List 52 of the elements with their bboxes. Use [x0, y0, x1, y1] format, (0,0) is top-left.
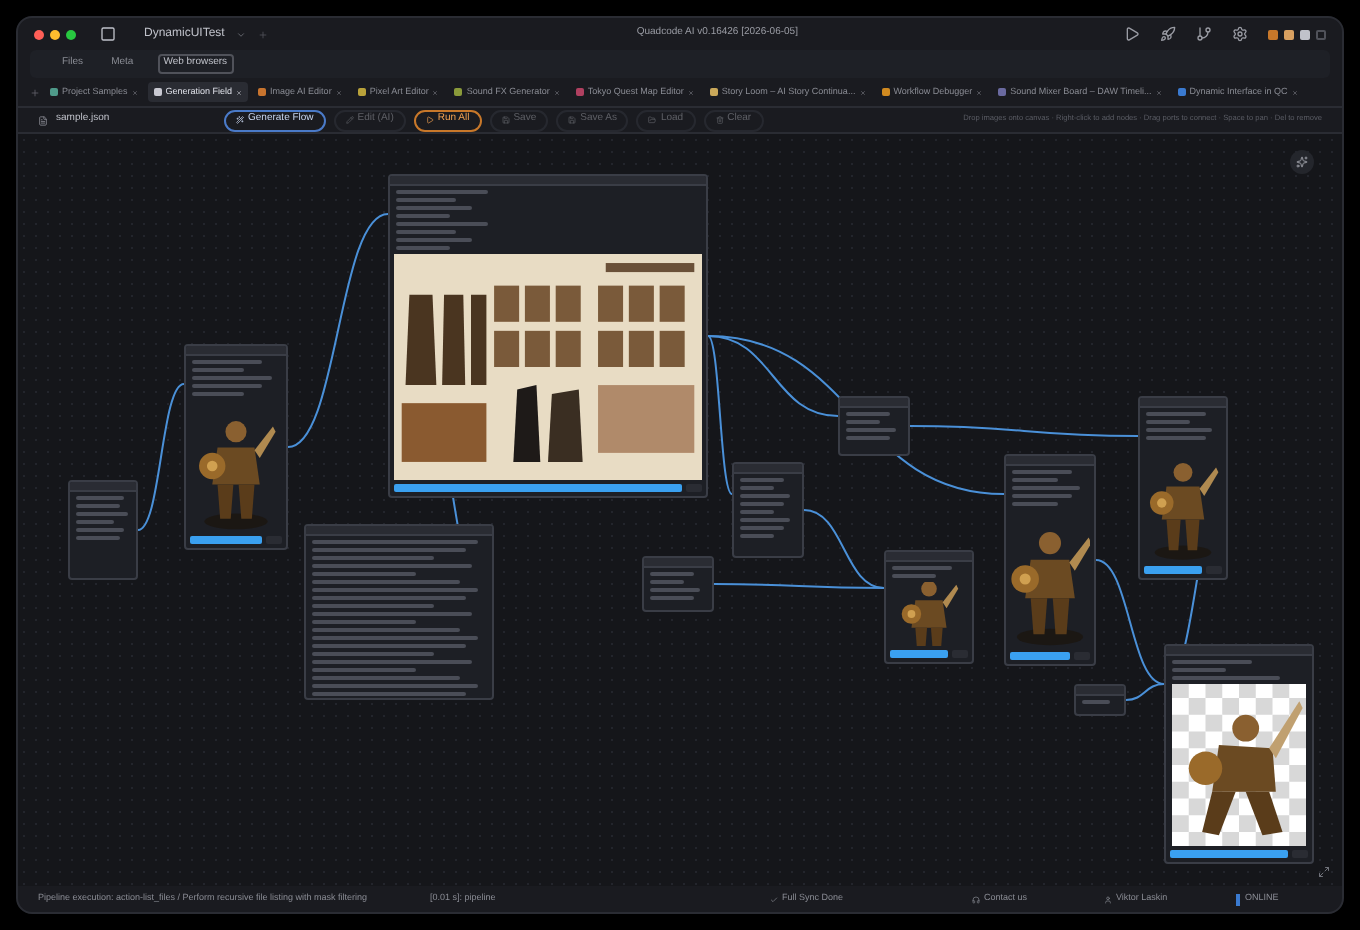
image-node[interactable]	[184, 344, 288, 550]
node-header[interactable]	[186, 346, 286, 356]
node-header[interactable]	[1006, 456, 1094, 466]
wand-icon	[236, 116, 244, 124]
run-button[interactable]	[1144, 566, 1202, 574]
headset-icon	[972, 895, 980, 903]
app-logo-icon[interactable]	[100, 26, 116, 42]
image-node[interactable]	[1004, 454, 1096, 666]
online-indicator	[1236, 893, 1239, 905]
image-node[interactable]	[1164, 644, 1314, 864]
node-header[interactable]	[886, 552, 972, 562]
sparkles-icon	[1296, 156, 1308, 168]
zoom-button[interactable]	[66, 29, 76, 39]
node-card[interactable]	[1074, 684, 1126, 716]
run-button[interactable]	[1010, 652, 1070, 660]
play-icon	[425, 116, 434, 124]
node-card[interactable]	[642, 556, 714, 612]
node-header[interactable]	[1166, 646, 1312, 656]
settings-icon[interactable]	[1232, 26, 1248, 42]
node-card[interactable]	[838, 396, 910, 456]
check-icon	[770, 895, 778, 903]
chevron-icon[interactable]	[236, 29, 247, 39]
trash-icon	[715, 116, 724, 124]
file-icon	[38, 115, 48, 125]
floppy-icon	[501, 116, 510, 124]
image-node[interactable]	[884, 550, 974, 664]
node-header[interactable]	[70, 482, 136, 492]
node-card[interactable]	[732, 462, 804, 558]
node-header[interactable]	[840, 398, 908, 408]
image-node[interactable]	[1138, 396, 1228, 580]
run-button[interactable]	[890, 650, 948, 658]
text-node[interactable]	[304, 524, 494, 700]
rocket-icon[interactable]	[1160, 26, 1176, 42]
image-node[interactable]	[388, 174, 708, 498]
run-icon[interactable]	[1124, 26, 1140, 42]
folder-icon	[648, 116, 657, 124]
branch-icon[interactable]	[1196, 26, 1212, 42]
node-header[interactable]	[306, 526, 492, 536]
minimize-button[interactable]	[50, 29, 60, 39]
node-header[interactable]	[1140, 398, 1226, 408]
floppy-icon	[568, 116, 577, 124]
add-tab-icon[interactable]	[30, 87, 40, 97]
node-header[interactable]	[734, 464, 802, 474]
node-header[interactable]	[644, 558, 712, 568]
note-node[interactable]	[68, 480, 138, 580]
node-header[interactable]	[390, 176, 706, 186]
magic-button[interactable]	[1290, 150, 1314, 174]
user-icon	[1104, 895, 1112, 903]
run-button[interactable]	[190, 536, 262, 544]
add-icon[interactable]	[258, 29, 269, 39]
close-button[interactable]	[34, 29, 44, 39]
node-header[interactable]	[1076, 686, 1124, 696]
